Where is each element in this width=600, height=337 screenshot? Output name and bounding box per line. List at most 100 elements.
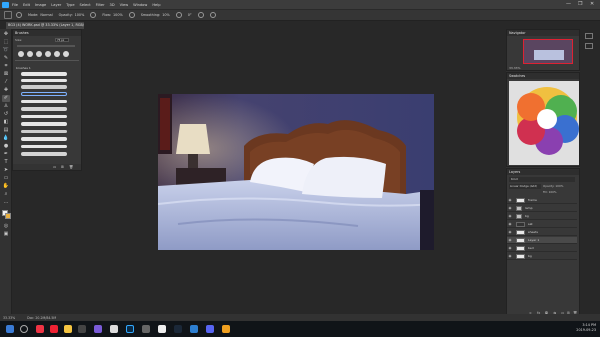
hand-tool-icon[interactable]: ✋	[2, 183, 10, 190]
quick-mask-icon[interactable]: ◎	[2, 223, 10, 230]
app-icon[interactable]	[78, 325, 86, 333]
recent-brush-tip[interactable]	[63, 51, 69, 57]
new-brush-icon[interactable]: ⊞	[61, 165, 64, 169]
lasso-tool-icon[interactable]: ➰	[2, 47, 10, 54]
menu-image[interactable]: Image	[35, 3, 46, 7]
brush-preset-stroke-selected[interactable]	[21, 92, 67, 96]
brush-size-slider[interactable]	[17, 45, 75, 47]
background-color-swatch[interactable]	[5, 213, 11, 219]
visibility-eye-icon[interactable]: ◉	[507, 246, 513, 250]
menu-3d[interactable]: 3D	[110, 3, 115, 7]
brush-preset-stroke[interactable]	[21, 122, 67, 126]
layer-row-selected[interactable]: ◉ Layer 1	[507, 237, 577, 244]
pressure-size-icon[interactable]	[197, 12, 204, 18]
visibility-eye-icon[interactable]: ◉	[507, 214, 513, 218]
brush-preset-stroke[interactable]	[21, 130, 67, 133]
status-zoom[interactable]: 33.33%	[3, 316, 15, 320]
move-tool-icon[interactable]: ✥	[2, 31, 10, 38]
crop-tool-icon[interactable]: ⌗	[2, 63, 10, 70]
history-icon[interactable]	[585, 33, 593, 39]
menu-select[interactable]: Select	[80, 3, 91, 7]
recent-brush-tip[interactable]	[45, 51, 51, 57]
marquee-tool-icon[interactable]: ⬚	[2, 39, 10, 46]
type-tool-icon[interactable]: T	[2, 159, 10, 166]
brush-preset-stroke[interactable]	[21, 152, 67, 156]
more-tools-icon[interactable]: …	[2, 199, 10, 206]
menu-window[interactable]: Window	[133, 3, 147, 7]
delete-brush-icon[interactable]: 🗑	[69, 165, 73, 169]
close-button[interactable]: ✕	[590, 1, 594, 7]
blur-tool-icon[interactable]: 💧	[2, 135, 10, 142]
menu-type[interactable]: Type	[66, 3, 74, 7]
brush-preset-stroke[interactable]	[21, 115, 67, 118]
smoothing-settings-icon[interactable]	[175, 12, 182, 18]
brush-preset-stroke[interactable]	[21, 79, 67, 82]
app-icon[interactable]	[142, 325, 150, 333]
menu-filter[interactable]: Filter	[96, 3, 105, 7]
layer-fill[interactable]: Fill: 100%	[543, 190, 557, 194]
navigator-thumbnail[interactable]	[523, 39, 573, 64]
opera-icon[interactable]	[50, 325, 58, 333]
symmetry-icon[interactable]	[209, 12, 216, 18]
quick-select-tool-icon[interactable]: ✎	[2, 55, 10, 62]
clone-stamp-tool-icon[interactable]: ♙	[2, 103, 10, 110]
dodge-tool-icon[interactable]: ●	[2, 143, 10, 150]
pen-tool-icon[interactable]: ✒	[2, 151, 10, 158]
brush-preset-stroke[interactable]	[21, 72, 67, 76]
brush-folder-label[interactable]: brushes 1	[16, 66, 31, 70]
path-selection-tool-icon[interactable]: ➤	[2, 167, 10, 174]
history-brush-tool-icon[interactable]: ↺	[2, 111, 10, 118]
layer-group-row[interactable]: ◉ lamp	[507, 205, 577, 212]
visibility-eye-icon[interactable]: ◉	[507, 230, 513, 234]
app-icon[interactable]	[94, 325, 102, 333]
photoshop-taskbar-icon[interactable]	[126, 325, 134, 333]
app-icon[interactable]	[190, 325, 198, 333]
visibility-eye-icon[interactable]: ◉	[507, 198, 513, 202]
airbrush-icon[interactable]	[128, 12, 135, 18]
layer-row[interactable]: ◉ sat	[507, 221, 577, 228]
brush-preset-stroke[interactable]	[21, 85, 67, 89]
menu-layer[interactable]: Layer	[51, 3, 61, 7]
app-icon[interactable]	[110, 325, 118, 333]
visibility-eye-icon[interactable]: ◉	[507, 238, 513, 242]
document-canvas-painting[interactable]	[158, 94, 434, 250]
brush-tool-icon[interactable]: ✐	[2, 95, 10, 102]
layer-row[interactable]: ◉ frame	[507, 197, 577, 204]
layer-row[interactable]: ◉ sheets	[507, 229, 577, 236]
layer-filter-kind[interactable]: Kind	[509, 177, 575, 182]
opacity-control[interactable]: Opacity: 100%	[59, 13, 85, 17]
zoom-tool-icon[interactable]: ⌕	[2, 191, 10, 198]
angle-control[interactable]: 0°	[188, 13, 192, 17]
mode-control[interactable]: Mode: Normal	[28, 13, 53, 17]
layer-row[interactable]: ◉ bg	[507, 253, 577, 260]
visibility-eye-icon[interactable]: ◉	[507, 206, 513, 210]
gradient-tool-icon[interactable]: ▤	[2, 127, 10, 134]
recent-brush-tip[interactable]	[18, 51, 24, 57]
menu-file[interactable]: File	[12, 3, 18, 7]
eyedropper-tool-icon[interactable]: ⁄	[2, 79, 10, 86]
document-tab[interactable]: BG3 (4) WORK.psd @ 33.33% (Layer 1, RGB/…	[6, 22, 84, 29]
system-tray[interactable]: 3:14 PM 2019-09-23	[576, 323, 596, 335]
brush-preset-picker-icon[interactable]	[16, 12, 22, 18]
search-icon[interactable]	[20, 325, 28, 333]
brush-tool-preset-icon[interactable]	[4, 11, 12, 19]
color-swatch-grid[interactable]	[509, 81, 579, 165]
brush-size-input[interactable]: 75 px	[55, 38, 69, 42]
brush-preset-stroke[interactable]	[21, 100, 67, 103]
screen-mode-icon[interactable]: ▣	[2, 231, 10, 238]
blend-mode-select[interactable]: Linear Dodge (Add)	[509, 184, 541, 189]
recent-brush-tip[interactable]	[54, 51, 60, 57]
brush-preset-stroke[interactable]	[21, 107, 67, 111]
file-explorer-icon[interactable]	[64, 325, 72, 333]
recent-brush-tip[interactable]	[36, 51, 42, 57]
menu-edit[interactable]: Edit	[23, 3, 30, 7]
app-icon[interactable]	[222, 325, 230, 333]
brush-preset-stroke[interactable]	[21, 145, 67, 148]
discord-icon[interactable]	[206, 325, 214, 333]
pressure-opacity-icon[interactable]	[90, 12, 97, 18]
layer-row[interactable]: ◉ bed	[507, 245, 577, 252]
chrome-icon[interactable]	[36, 325, 44, 333]
eraser-tool-icon[interactable]: ◧	[2, 119, 10, 126]
shape-tool-icon[interactable]: ▭	[2, 175, 10, 182]
layer-opacity[interactable]: Opacity: 100%	[543, 184, 563, 188]
